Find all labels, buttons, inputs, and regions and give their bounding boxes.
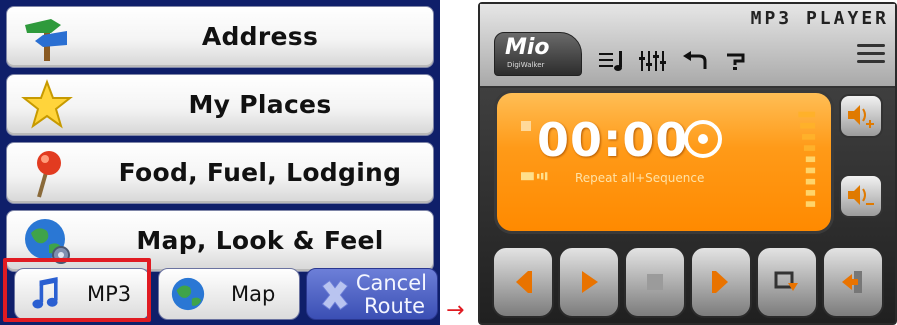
play-button[interactable] <box>558 246 620 318</box>
player-display: 00:00 Repeat all+Sequence <box>494 90 834 234</box>
logo-subtext: DigiWalker <box>507 61 545 69</box>
play-icon <box>582 271 598 293</box>
menu-label-address: Address <box>201 22 319 51</box>
star-icon <box>21 79 73 129</box>
repeat-icon <box>774 271 798 291</box>
help-question-icon <box>727 53 745 70</box>
map-button-label: Map <box>231 282 276 306</box>
volume-up-icon <box>848 105 874 128</box>
volume-up-button[interactable] <box>839 94 883 138</box>
arrow-right-icon: → <box>446 298 465 323</box>
return-button[interactable] <box>680 48 712 74</box>
menu-item-my-places[interactable]: My Places <box>6 74 434 136</box>
volume-down-icon <box>848 185 874 205</box>
repeat-button[interactable] <box>756 246 818 318</box>
logo-text: Mio <box>505 35 550 60</box>
map-button[interactable]: Map <box>158 268 300 320</box>
cancel-route-label-line2: Route <box>364 294 425 318</box>
cancel-route-button[interactable]: Cancel Route <box>306 268 438 320</box>
help-button[interactable] <box>720 48 752 74</box>
playback-time: 00:00 <box>537 113 689 167</box>
battery-icon <box>521 172 548 181</box>
stop-icon <box>647 274 663 290</box>
menu-lines-icon[interactable] <box>857 44 885 68</box>
playlist-button[interactable] <box>598 48 630 74</box>
previous-track-button[interactable] <box>492 246 554 318</box>
playlist-icon <box>599 51 622 71</box>
globe-icon <box>171 277 205 311</box>
playback-controls <box>492 240 892 322</box>
exit-arrow-icon <box>842 271 862 293</box>
menu-label-my-places: My Places <box>188 90 332 119</box>
cancel-x-icon <box>321 279 349 311</box>
repeat-mode-text: Repeat all+Sequence <box>575 171 705 185</box>
next-icon <box>712 271 728 293</box>
volume-down-button[interactable] <box>839 174 883 218</box>
exit-button[interactable] <box>822 246 884 318</box>
previous-icon <box>516 271 532 293</box>
next-track-button[interactable] <box>690 246 752 318</box>
cancel-route-label-line1: Cancel <box>355 271 427 295</box>
equalizer-icon <box>639 51 666 71</box>
signpost-icon <box>25 19 67 61</box>
status-dot <box>521 121 531 131</box>
menu-item-food-fuel-lodging[interactable]: Food, Fuel, Lodging <box>6 142 434 204</box>
volume-level-icon <box>798 111 816 207</box>
mp3-highlight-box <box>3 258 151 322</box>
menu-item-address[interactable]: Address <box>6 6 434 68</box>
menu-label-food-fuel-lodging: Food, Fuel, Lodging <box>118 158 402 187</box>
player-header: MP3 PLAYER Mio DigiWalker <box>480 4 895 88</box>
mp3-player-window: MP3 PLAYER Mio DigiWalker 00:00 Repeat a… <box>478 2 897 325</box>
stop-button[interactable] <box>624 246 686 318</box>
player-title: MP3 PLAYER <box>750 8 889 29</box>
disc-icon <box>684 120 722 158</box>
mio-logo: Mio DigiWalker <box>494 32 582 76</box>
return-arrow-icon <box>683 51 707 69</box>
map-pin-icon <box>37 151 61 198</box>
equalizer-button[interactable] <box>638 48 670 74</box>
